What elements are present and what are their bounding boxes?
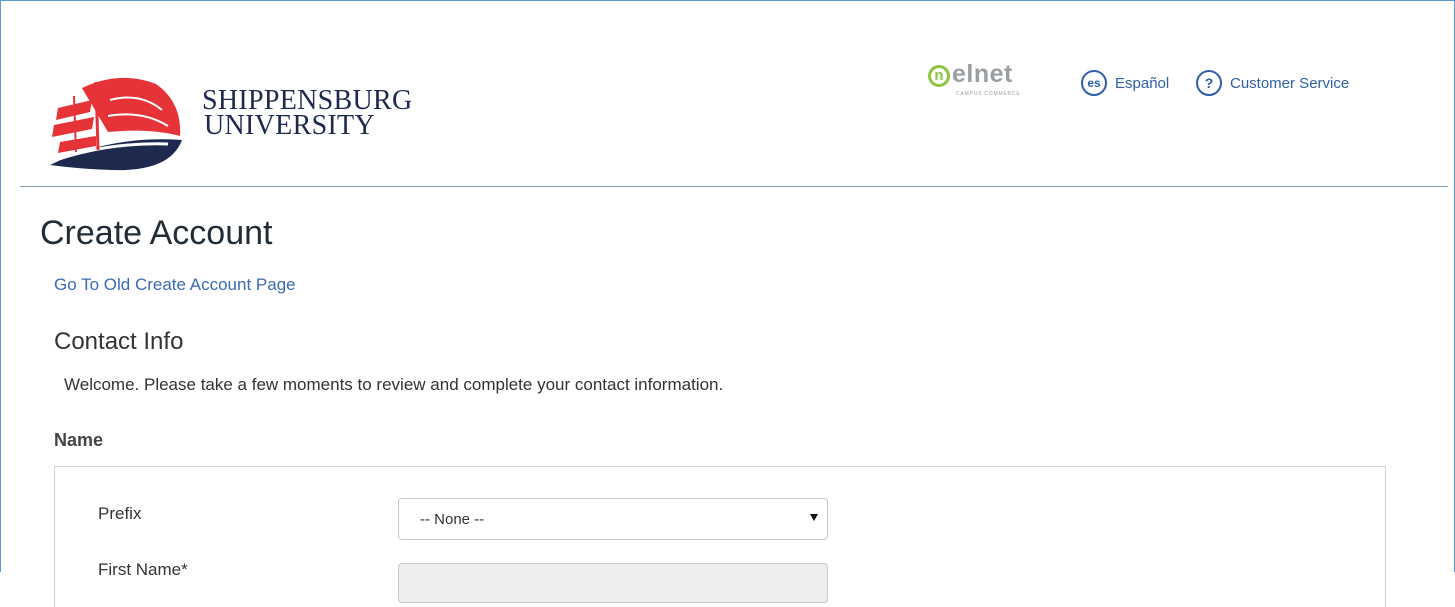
contact-info-heading: Contact Info (54, 328, 184, 355)
site-header: SHIPPENSBURG UNIVERSITY n elnet CAMPUS C… (20, 0, 1448, 187)
nelnet-subtitle: CAMPUS COMMERCE (956, 91, 1021, 97)
help-icon: ? (1196, 70, 1222, 96)
nelnet-logo: n elnet CAMPUS COMMERCE (928, 60, 1040, 103)
ship-logo-icon (50, 77, 182, 171)
welcome-message: Welcome. Please take a few moments to re… (64, 375, 724, 394)
customer-service-link[interactable]: ? Customer Service (1196, 70, 1349, 96)
nelnet-wordmark: elnet (952, 60, 1013, 88)
nelnet-mark-icon: n (928, 65, 950, 87)
spanish-language-icon: es (1081, 70, 1107, 96)
customer-service-label: Customer Service (1230, 74, 1350, 92)
prefix-label: Prefix (98, 504, 142, 523)
name-group-label: Name (54, 430, 104, 450)
page-title: Create Account (40, 214, 273, 252)
first-name-label: First Name* (98, 560, 188, 579)
dropdown-arrow-icon (810, 514, 818, 521)
prefix-select[interactable]: -- None -- (398, 498, 828, 540)
language-link[interactable]: es Español (1081, 70, 1169, 96)
language-link-label: Español (1115, 74, 1170, 92)
logo-wordmark: SHIPPENSBURG UNIVERSITY (202, 87, 413, 141)
old-create-account-link[interactable]: Go To Old Create Account Page (54, 275, 296, 295)
university-logo[interactable]: SHIPPENSBURG UNIVERSITY (50, 70, 430, 175)
logo-line-2: UNIVERSITY (204, 110, 375, 141)
prefix-selected-value: -- None -- (420, 511, 485, 528)
first-name-input[interactable] (398, 563, 828, 603)
